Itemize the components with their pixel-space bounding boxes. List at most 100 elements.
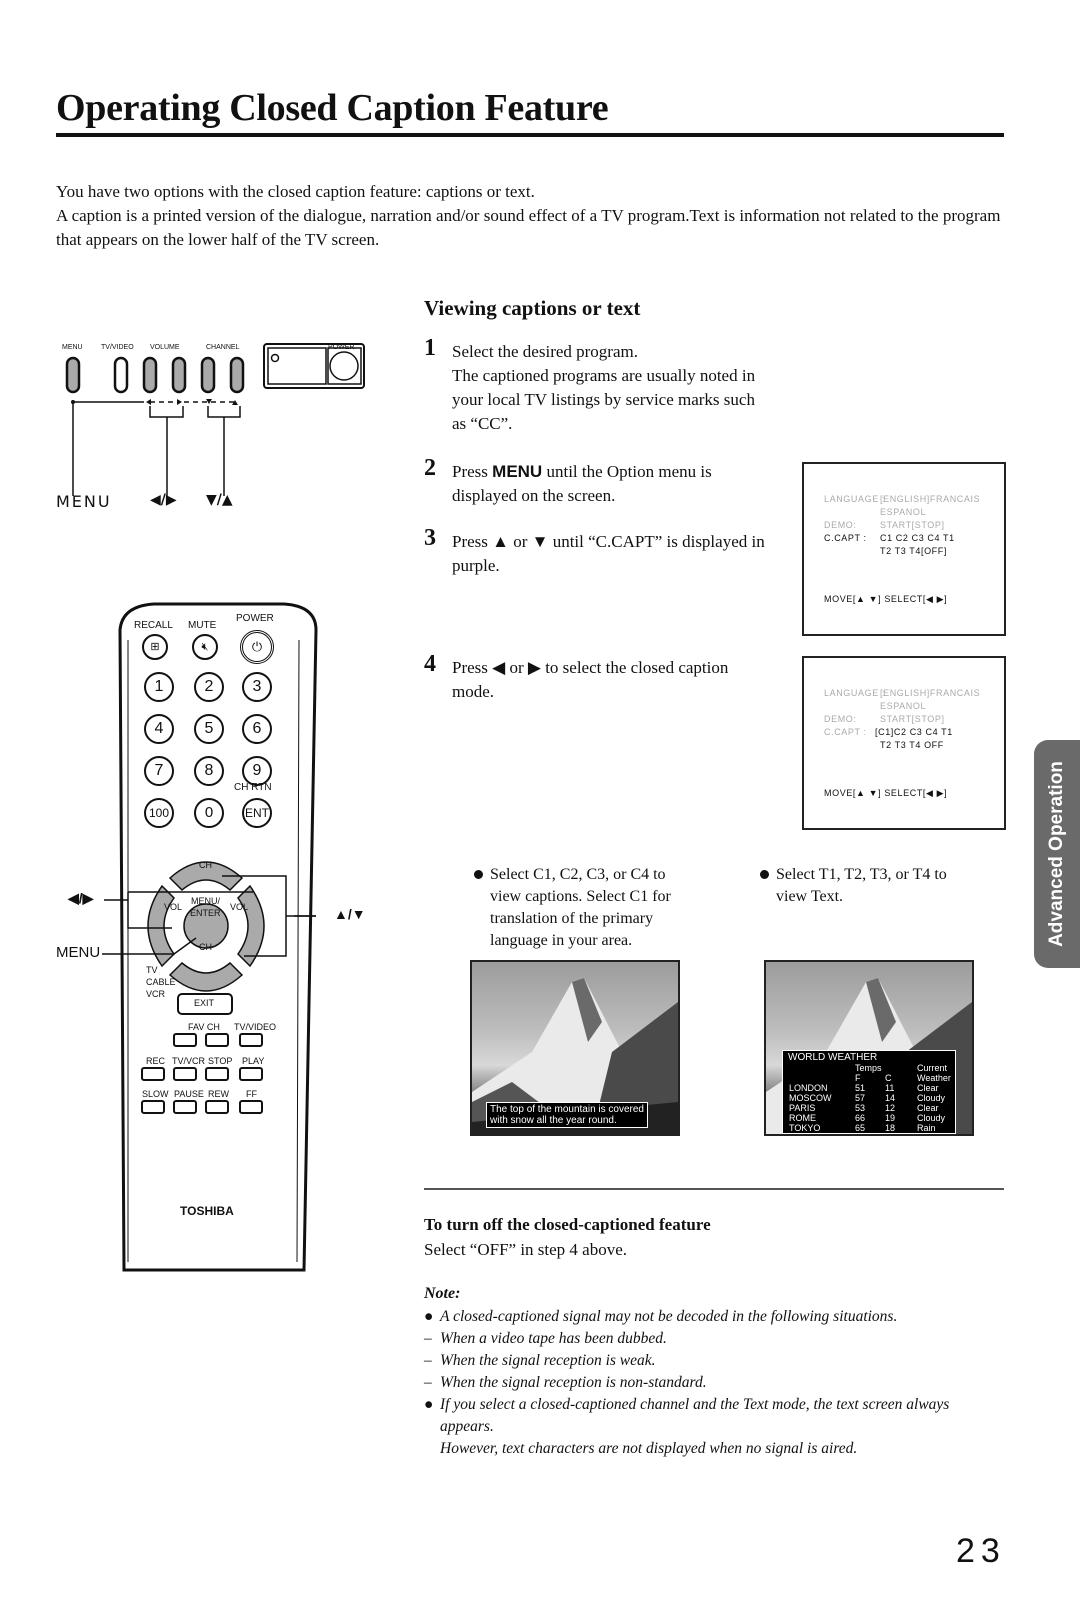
weather-header-weather: Weather [917,1073,951,1083]
exit-button[interactable]: EXIT [194,998,214,1008]
remote-control: RECALL MUTE POWER ⊞ 🔇︎ ⏻ CH RTN 100 0 EN… [54,600,374,1280]
weather-header-f: F [855,1073,861,1083]
note-text: However, text characters are not display… [440,1440,858,1457]
note-marker: ● [424,1396,434,1413]
weather-header-temps: Temps [855,1063,882,1073]
note-item: – When the signal reception is weak. [424,1350,1004,1372]
osd-footer: MOVE[▲ ▼] SELECT[◀ ▶] [824,594,948,604]
osd-language-value: [ENGLISH]FRANCAIS [880,688,981,698]
digit-button-9[interactable]: 9 [242,756,272,786]
weather-condition: Cloudy [917,1113,946,1123]
label-slow: SLOW [142,1089,169,1099]
power-button[interactable]: ⏻ [240,630,274,664]
mode-cable[interactable]: CABLE [146,977,176,987]
digit-button-5[interactable]: 5 [194,714,224,744]
remote-callout-left-right: ◀/▶ [68,890,94,906]
osd-ccapt-value: C1 C2 C3 C4 T1 [880,533,955,543]
section-divider [424,1188,1004,1190]
step-text: Press ▲ or ▼ until “C.CAPT” is displayed… [452,532,765,575]
note-item: – When the signal reception is non-standa… [424,1372,1004,1394]
dpad-menu-enter-line2[interactable]: ENTER [190,908,221,918]
digit-button-1[interactable]: 1 [144,672,174,702]
digit-button-3[interactable]: 3 [242,672,272,702]
weather-temp-c: 18 [885,1123,896,1133]
digit-button-2[interactable]: 2 [194,672,224,702]
digit-button-4[interactable]: 4 [144,714,174,744]
weather-city: PARIS [789,1103,816,1113]
weather-header-current: Current [917,1063,948,1073]
title-rule [56,133,1004,137]
weather-temp-c: 19 [885,1113,896,1123]
channel-up-button-shape [229,356,245,394]
weather-condition: Clear [917,1083,939,1093]
callout-menu: MENU [56,492,112,511]
page-title: Operating Closed Caption Feature [56,87,609,129]
panel-label-volume: VOLUME [150,344,180,351]
side-tab-label: Advanced Operation [1046,761,1067,947]
bullet-captions: Select C1, C2, C3, or C4 to view caption… [474,864,689,952]
recall-icon: ⊞ [150,641,160,653]
dpad-vol-right[interactable]: VOL [230,902,248,912]
dpad-menu-enter-line1[interactable]: MENU/ [191,896,220,906]
osd-ccapt-value-2: T2 T3 T4 OFF [880,740,944,750]
weather-condition: Clear [917,1103,939,1113]
volume-down-button-shape [142,356,158,394]
remote-label-power: POWER [236,613,274,624]
osd-screen-1: LANGUAGE :[ENGLISH]FRANCAIS ESPANOL DEMO… [802,462,1006,636]
osd-language-value: [ENGLISH]FRANCAIS [880,494,981,504]
osd-language-value-2: ESPANOL [880,701,927,711]
weather-temp-f: 65 [855,1123,866,1133]
note-marker: – [424,1330,432,1347]
weather-temp-f: 51 [855,1083,866,1093]
button-0[interactable]: 0 [194,798,224,828]
weather-row: MOSCOW 57 14 Cloudy [789,1093,945,1103]
button-ent[interactable]: ENT [242,798,272,828]
text-screen: WORLD WEATHER Temps Current F C Weather LON… [764,960,974,1136]
step-number: 4 [424,651,436,677]
panel-label-channel: CHANNEL [206,344,240,351]
step-number: 3 [424,525,436,551]
turn-off-title: To turn off the closed-captioned feature [424,1215,711,1234]
dpad-ch-down[interactable]: CH [199,942,212,952]
button-100[interactable]: 100 [144,798,174,828]
menu-keyword: MENU [492,462,543,481]
weather-title: WORLD WEATHER [788,1052,878,1063]
weather-city: MOSCOW [789,1093,832,1103]
weather-city: TOKYO [789,1123,821,1133]
volume-up-button-shape [171,356,187,394]
panel-label-tv-video: TV/VIDEO [101,344,134,351]
osd-footer: MOVE[▲ ▼] SELECT[◀ ▶] [824,788,948,798]
mute-button[interactable]: 🔇︎ [192,634,218,660]
bullet-text: Select C1, C2, C3, or C4 to view caption… [490,866,671,949]
weather-temp-c: 11 [885,1083,895,1093]
osd-language-label: LANGUAGE : [824,688,886,698]
step-number: 1 [424,335,436,361]
weather-row: ROME 66 19 Cloudy [789,1113,945,1123]
osd-ccapt-label: C.CAPT : [824,727,867,737]
osd-ccapt-label: C.CAPT : [824,533,867,543]
mode-vcr[interactable]: VCR [146,989,165,999]
osd-demo-value: START[STOP] [880,714,945,724]
side-tab-advanced-operation[interactable]: Advanced Operation [1034,740,1080,968]
step-text: Press [452,462,493,481]
digit-button-6[interactable]: 6 [242,714,272,744]
osd-language-label: LANGUAGE : [824,494,886,504]
note-item: – When a video tape has been dubbed. [424,1328,1004,1350]
label-rew: REW [208,1089,229,1099]
note-text: If you select a closed-captioned channel… [440,1396,950,1435]
dpad-ch-up[interactable]: CH [199,860,212,870]
dpad-vol-left[interactable]: VOL [164,902,182,912]
caption-screen: The top of the mountain is covered with … [470,960,680,1136]
caption-line-1: The top of the mountain is covered [490,1104,644,1115]
digit-button-7[interactable]: 7 [144,756,174,786]
osd-demo-label: DEMO: [824,520,857,530]
weather-row: PARIS 53 12 Clear [789,1103,939,1113]
label-rec: REC [146,1056,166,1066]
remote-callout-up-down: ▲/▼ [334,906,366,922]
remote-outline [102,602,318,1272]
step-3: 3 Press ▲ or ▼ until “C.CAPT” is display… [424,526,774,578]
weather-header-c: C [885,1073,892,1083]
digit-button-8[interactable]: 8 [194,756,224,786]
recall-button[interactable]: ⊞ [142,634,168,660]
mode-tv[interactable]: TV [146,965,158,975]
